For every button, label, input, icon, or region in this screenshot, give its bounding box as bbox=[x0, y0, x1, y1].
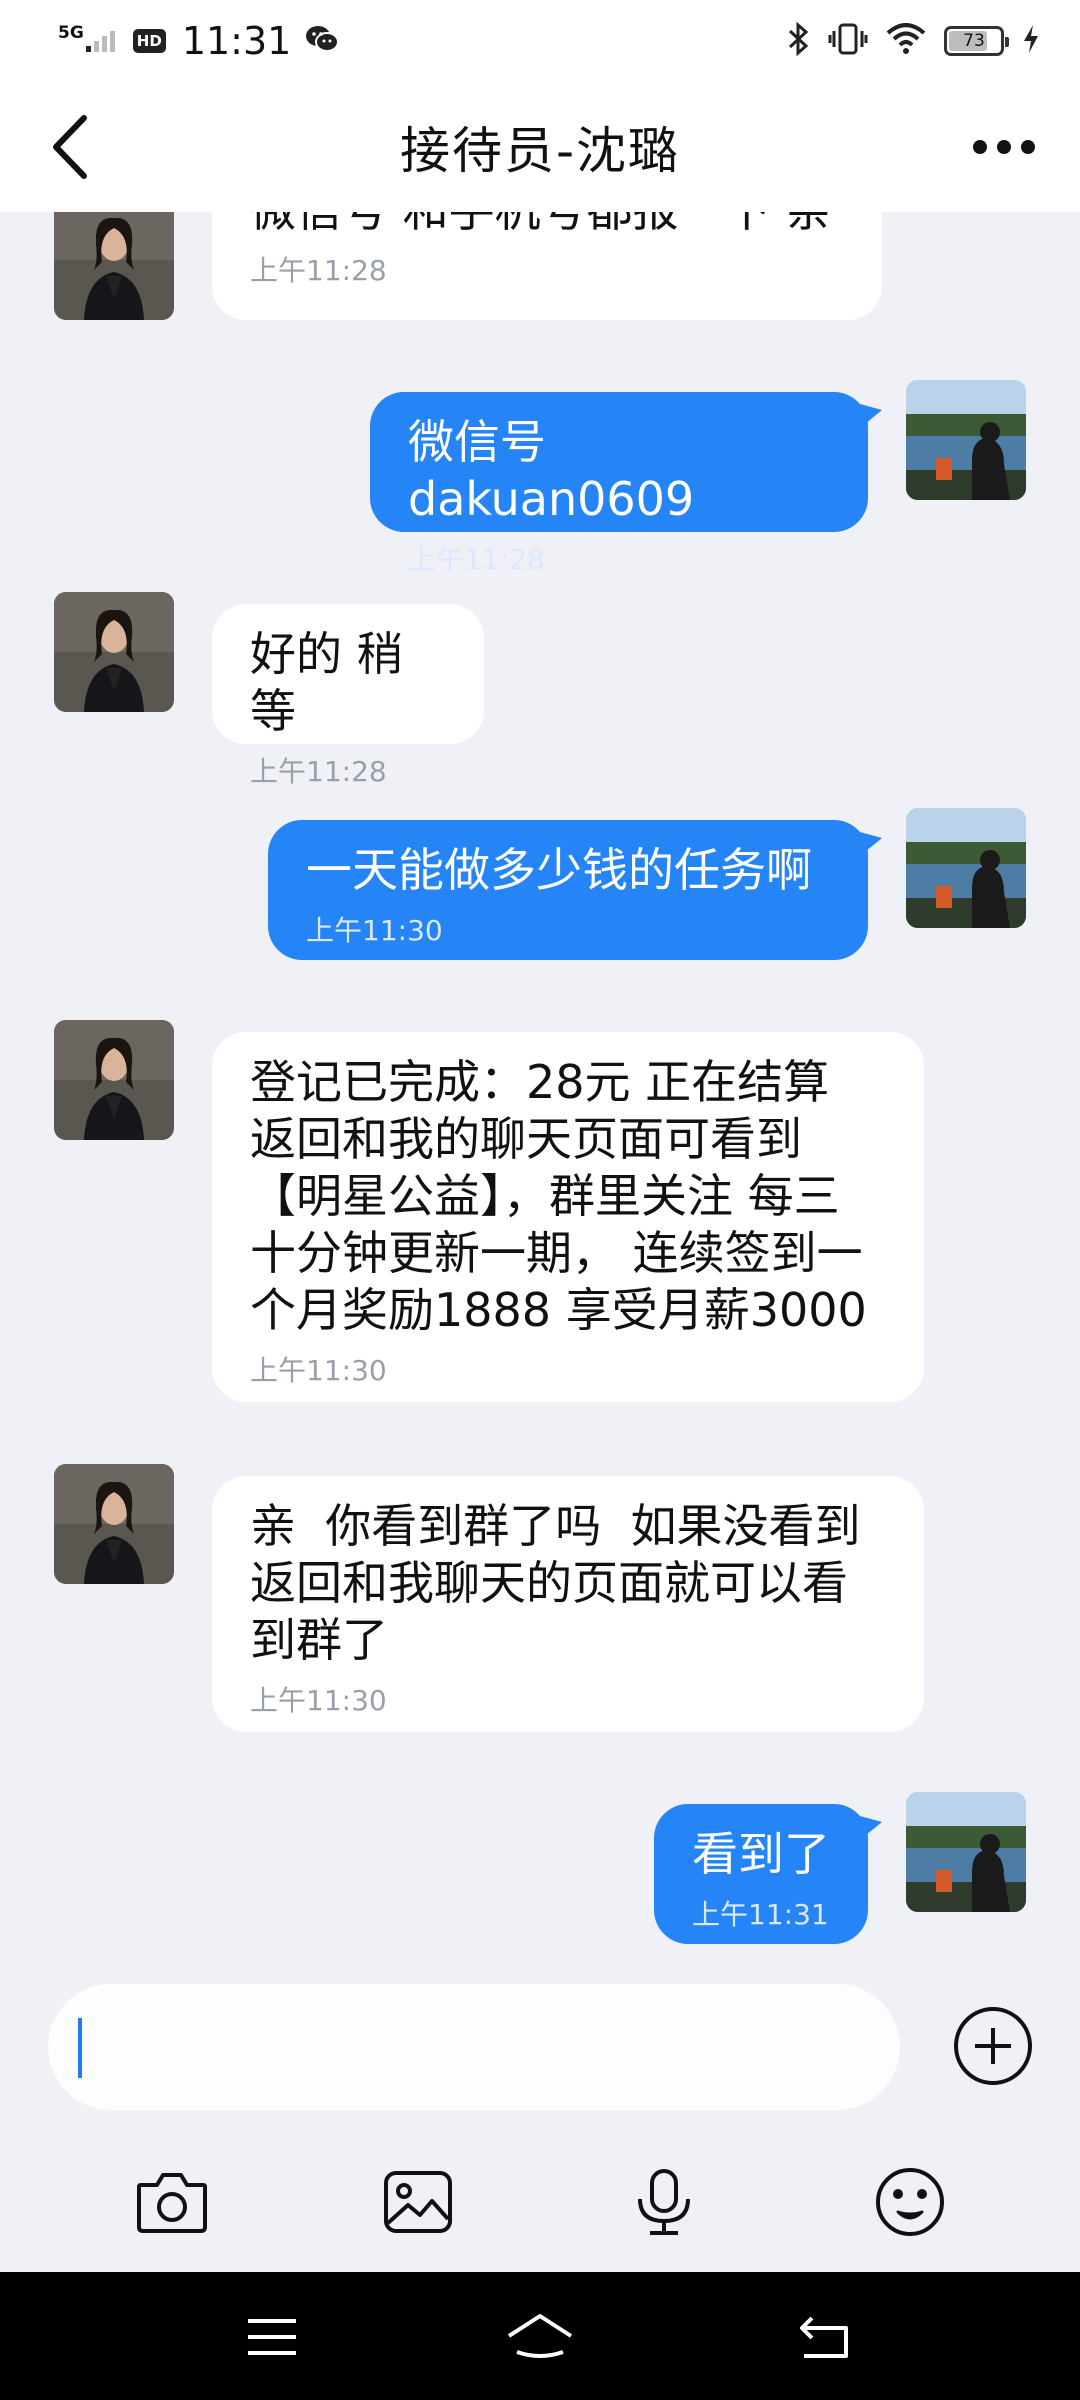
message-timestamp: 上午11:28 bbox=[250, 755, 387, 788]
more-options-button[interactable] bbox=[964, 122, 1044, 172]
received-message-bubble[interactable]: 好的 稍等上午11:28 bbox=[212, 604, 484, 788]
hd-icon: HD bbox=[132, 29, 166, 53]
message-text: 好的 稍等 bbox=[250, 627, 403, 738]
received-message-bubble[interactable]: 登记已完成：28元 正在结算 返回和我的聊天页面可看到 【明星公益】，群里关注 … bbox=[212, 1032, 924, 1402]
home-icon bbox=[507, 2314, 573, 2358]
message-timestamp: 上午11:30 bbox=[250, 1354, 387, 1387]
received-message-bubble[interactable]: 亲 你看到群了吗 如果没看到 返回和我聊天的页面就可以看 到群了上午11:30 bbox=[212, 1476, 924, 1732]
menu-icon bbox=[248, 2319, 296, 2355]
back-arrow-icon bbox=[53, 115, 87, 179]
add-button[interactable] bbox=[954, 2007, 1032, 2085]
message-text: 亲 你看到群了吗 如果没看到 返回和我聊天的页面就可以看 到群了 bbox=[250, 1499, 861, 1667]
dot-icon bbox=[1021, 140, 1035, 154]
microphone-icon bbox=[638, 2169, 690, 2235]
input-toolbar bbox=[0, 2150, 1080, 2250]
received-message-bubble[interactable]: 微信号 和手机号都报一下 亲上午11:28 bbox=[212, 212, 882, 320]
wifi-icon bbox=[886, 23, 926, 59]
message-text: 微信号 和手机号都报一下 亲 bbox=[250, 212, 844, 239]
network-type-label: 5G bbox=[58, 22, 84, 43]
dot-icon bbox=[973, 140, 987, 154]
sent-message-bubble[interactable]: 一天能做多少钱的任务啊上午11:30 bbox=[268, 820, 868, 960]
message-text: 一天能做多少钱的任务啊 bbox=[306, 843, 812, 897]
contact-avatar[interactable] bbox=[54, 1464, 174, 1584]
chat-header: 接待员-沈璐 bbox=[0, 82, 1080, 212]
contact-avatar[interactable] bbox=[54, 1020, 174, 1140]
message-input[interactable] bbox=[48, 1984, 900, 2110]
message-timestamp: 上午11:31 bbox=[692, 1898, 829, 1931]
dot-icon bbox=[997, 140, 1011, 154]
camera-icon bbox=[137, 2173, 207, 2233]
battery-icon: 73 bbox=[944, 26, 1009, 56]
message-text: 微信号dakuan0609 bbox=[408, 415, 695, 526]
message-timestamp: 上午11:28 bbox=[408, 543, 545, 576]
sent-message-bubble[interactable]: 微信号dakuan0609 上午11:28 bbox=[370, 392, 868, 576]
return-icon bbox=[800, 2316, 848, 2358]
message-timestamp: 上午11:28 bbox=[250, 254, 387, 287]
page-title: 接待员-沈璐 bbox=[399, 122, 681, 180]
emoji-button[interactable] bbox=[870, 2162, 950, 2242]
image-icon bbox=[384, 2171, 452, 2233]
back-nav-button[interactable] bbox=[784, 2302, 864, 2372]
contact-avatar[interactable] bbox=[54, 212, 174, 320]
input-row bbox=[0, 1984, 1080, 2114]
voice-button[interactable] bbox=[624, 2162, 704, 2242]
message-timestamp: 上午11:30 bbox=[250, 1684, 387, 1717]
user-avatar[interactable] bbox=[906, 808, 1026, 928]
emoji-icon bbox=[876, 2168, 944, 2236]
message-text: 登记已完成：28元 正在结算 返回和我的聊天页面可看到 【明星公益】，群里关注 … bbox=[250, 1055, 867, 1337]
menu-button[interactable] bbox=[232, 2302, 312, 2372]
status-time: 11:31 bbox=[181, 19, 292, 63]
signal-icon bbox=[85, 30, 115, 52]
charging-icon bbox=[1022, 24, 1040, 58]
bluetooth-icon bbox=[786, 21, 810, 60]
user-avatar[interactable] bbox=[906, 380, 1026, 500]
home-button[interactable] bbox=[500, 2302, 580, 2372]
wechat-notification-icon bbox=[305, 24, 340, 58]
camera-button[interactable] bbox=[132, 2162, 212, 2242]
system-navigation-bar bbox=[0, 2272, 1080, 2400]
contact-avatar[interactable] bbox=[54, 592, 174, 712]
chat-messages[interactable]: 微信号 和手机号都报一下 亲上午11:28 微信号dakuan0609 上午11:2… bbox=[0, 212, 1080, 1984]
text-caret bbox=[78, 2018, 82, 2078]
back-button[interactable] bbox=[40, 112, 100, 182]
vibrate-icon bbox=[828, 23, 868, 59]
user-avatar[interactable] bbox=[906, 1792, 1026, 1912]
message-text: 看到了 bbox=[692, 1827, 830, 1881]
photo-button[interactable] bbox=[378, 2162, 458, 2242]
battery-level: 73 bbox=[963, 31, 985, 51]
message-timestamp: 上午11:30 bbox=[306, 914, 443, 947]
sent-message-bubble[interactable]: 看到了上午11:31 bbox=[654, 1804, 868, 1944]
status-bar: 5G HD 11:31 73 bbox=[0, 0, 1080, 82]
